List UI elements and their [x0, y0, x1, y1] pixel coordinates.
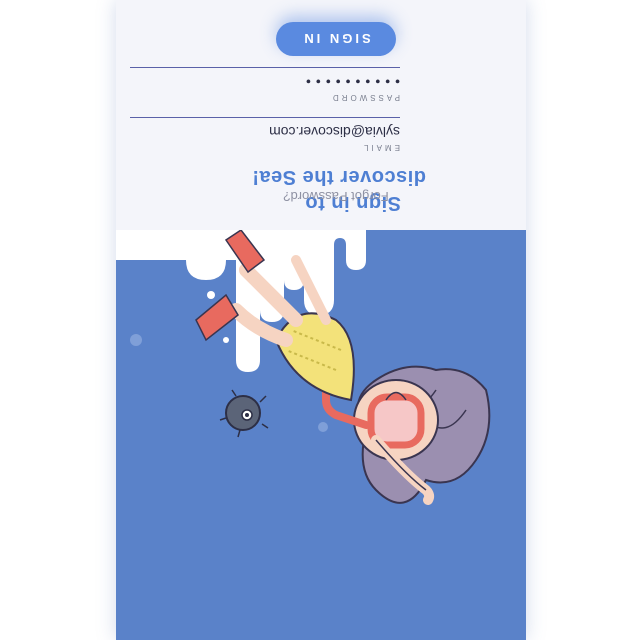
title-line-2: discover the Sea!	[251, 166, 426, 188]
screen: Sign in to discover the Sea! EMAIL sylvi…	[0, 0, 640, 640]
bubble	[223, 337, 229, 343]
foam-wave	[186, 260, 226, 280]
foam-wave	[116, 230, 236, 260]
sign-in-button[interactable]: SIGN IN	[276, 22, 396, 56]
bubble	[207, 291, 215, 299]
email-label: EMAIL	[360, 143, 400, 152]
pufferfish-drawing	[219, 389, 269, 438]
email-field[interactable]: sylvia@discover.com	[269, 124, 400, 140]
hero-illustration	[116, 230, 526, 640]
flipper-icon	[195, 293, 239, 342]
password-field[interactable]: ••••••••••	[301, 74, 400, 90]
password-label: PASSWORD	[329, 93, 400, 102]
underwater-scene	[116, 230, 491, 505]
bubble	[318, 422, 328, 432]
email-underline	[130, 117, 400, 118]
bubble	[130, 334, 142, 346]
forgot-password-link[interactable]: Forgot Password?	[266, 189, 406, 204]
password-underline	[130, 67, 400, 68]
login-card: Sign in to discover the Sea! EMAIL sylvi…	[116, 0, 526, 640]
